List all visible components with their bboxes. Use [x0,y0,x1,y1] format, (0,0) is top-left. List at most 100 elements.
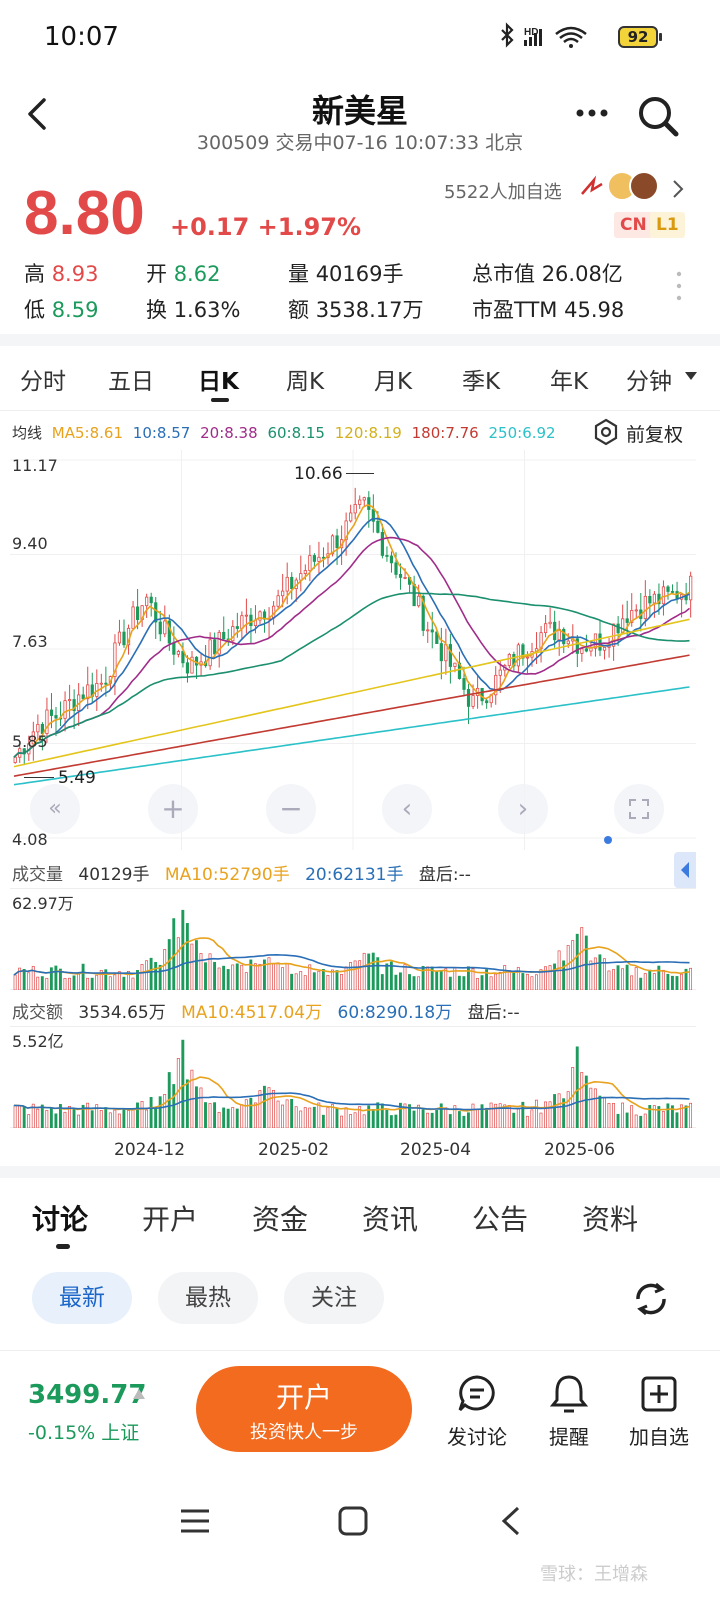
tab-daily-k[interactable]: 日K [198,362,239,396]
candle-body [498,669,502,676]
candle-body [580,648,584,654]
filter-latest[interactable]: 最新 [32,1272,132,1324]
volume-bar [394,974,398,990]
zoom-in-button[interactable]: + [148,784,198,834]
volume-bar [13,1105,17,1128]
caret-down-icon[interactable] [684,370,698,382]
volume-bar [149,1097,153,1128]
volume-bar [503,965,507,990]
tab-profile[interactable]: 资料 [582,1198,638,1238]
volume-bar [258,963,262,990]
candle-body [213,639,217,655]
ma20: 20:8.38 [200,424,258,442]
volume-bar [104,1107,108,1128]
volume-bar [217,967,221,990]
zoom-out-button[interactable]: − [266,784,316,834]
volume-bar [544,1101,547,1128]
home-icon[interactable] [336,1504,370,1538]
volume-bar [639,1115,643,1128]
volume-bar [158,1096,162,1128]
volume-bar [294,1106,298,1128]
kline-chart[interactable] [10,450,696,850]
volume-bar [639,977,643,990]
search-icon[interactable] [636,94,680,138]
expand-dots-icon[interactable] [674,270,684,304]
alert-button[interactable]: 提醒 [524,1372,614,1450]
menu-icon[interactable] [178,1506,212,1536]
volume-bar [630,975,634,990]
volume-bar [167,939,171,990]
ma-legend: 均线 MA5:8.61 10:8.57 20:8.38 60:8.15 120:… [12,424,556,442]
tab-weekly-k[interactable]: 周K [286,362,324,396]
volume-bar [108,976,112,990]
fullscreen-button[interactable] [614,784,664,834]
tab-news[interactable]: 资讯 [362,1198,418,1238]
adjust-settings-icon[interactable] [592,418,620,446]
tab-funds[interactable]: 资金 [252,1198,308,1238]
volume-bar [81,963,85,990]
x-label-2025-02: 2025-02 [258,1140,330,1160]
volume-bar [40,1104,44,1128]
ma60: 60:8.15 [267,424,325,442]
refresh-icon[interactable] [630,1278,672,1320]
tab-open-account[interactable]: 开户 [142,1198,198,1238]
tab-quarterly-k[interactable]: 季K [462,362,500,396]
filter-following[interactable]: 关注 [284,1272,384,1324]
volume-bar [68,977,71,990]
volume-bar [589,1087,593,1128]
chevron-right-icon[interactable] [670,178,686,200]
tab-five-day[interactable]: 五日 [108,362,154,396]
volume-bar [276,962,280,990]
open-account-button[interactable]: 开户 投资快人一步 [196,1366,412,1452]
tab-yearly-k[interactable]: 年K [550,362,588,396]
add-watchlist-button[interactable]: 加自选 [614,1372,704,1450]
index-value[interactable]: 3499.77 [28,1380,146,1410]
post-discussion-button[interactable]: 发讨论 [432,1372,522,1450]
index-change[interactable]: -0.15% 上证 [28,1418,139,1445]
volume-bar [222,1107,226,1128]
volume-bar [231,964,235,990]
tab-minute[interactable]: 分钟 [626,362,672,396]
candle-body [566,640,570,645]
tab-discussion[interactable]: 讨论 [32,1198,88,1238]
volume-bar [489,976,493,990]
candle-body [548,621,552,625]
candle-body [670,591,675,593]
candle-body [598,633,602,651]
candle-body [666,586,670,592]
chart-rewind-button[interactable]: « [30,784,80,834]
followers-count[interactable]: 5522人加自选 [444,178,562,204]
volume-bar [267,957,271,990]
scroll-left-button[interactable]: ‹ [382,784,432,834]
x-label-2025-06: 2025-06 [544,1140,616,1160]
more-icon[interactable] [572,106,612,120]
volume-bar [376,1102,380,1128]
volume-bar [634,1114,638,1128]
stat-pe: 市盈TTM 45.98 [472,298,625,322]
tab-intraday[interactable]: 分时 [20,362,66,396]
candle-body [602,646,607,651]
candle-body [222,631,226,640]
candle-body [163,620,167,635]
candle-body [462,678,466,690]
candle-body [584,648,589,652]
volume-bar [244,1099,248,1128]
candle-body [99,682,103,685]
follower-avatars[interactable] [578,170,668,204]
volume-bar [643,973,647,990]
candle-body [244,614,248,617]
candle-body [276,595,280,607]
adjust-label[interactable]: 前复权 [626,420,683,447]
back-nav-icon[interactable] [498,1504,524,1538]
scroll-right-button[interactable]: › [498,784,548,834]
volume-bar [204,962,207,990]
tab-monthly-k[interactable]: 月K [374,362,412,396]
candle-body [385,555,389,557]
volume-legend: 成交量 40129手 MA10:52790手 20:62131手 盘后:-- [12,865,471,885]
volume-bar [312,972,316,990]
tab-announcements[interactable]: 公告 [472,1198,528,1238]
filter-hot[interactable]: 最热 [158,1272,258,1324]
side-panel-toggle[interactable] [674,852,696,888]
position-dot [604,836,612,844]
candle-body [308,555,312,571]
